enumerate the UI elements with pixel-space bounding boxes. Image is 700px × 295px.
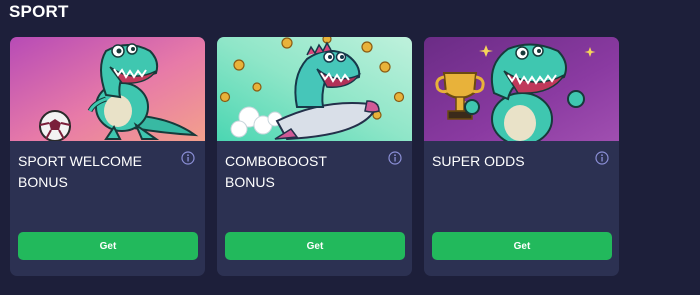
dinosaur-trophy-illustration (424, 37, 619, 141)
card-title-line-2: BONUS (225, 174, 275, 190)
info-icon[interactable] (181, 151, 195, 165)
dinosaur-football-illustration (10, 37, 205, 141)
get-button[interactable]: Get (225, 232, 405, 260)
info-icon[interactable] (388, 151, 402, 165)
card-title: SPORT WELCOME BONUS (18, 151, 178, 193)
card-title-line-2: BONUS (18, 174, 68, 190)
sport-section: SPORT SPORT WELCOME BONUS Get COMBOBOOST… (0, 0, 700, 295)
get-button[interactable]: Get (18, 232, 198, 260)
dinosaur-rocket-illustration (217, 37, 412, 141)
card-title-line-1: SPORT WELCOME (18, 153, 142, 169)
info-icon[interactable] (595, 151, 609, 165)
bonus-card-sport-welcome: SPORT WELCOME BONUS Get (10, 37, 205, 276)
section-title: SPORT (9, 2, 69, 21)
card-title-line-1: COMBOBOOST (225, 153, 327, 169)
bonus-card-comboboost: COMBOBOOST BONUS Get (217, 37, 412, 276)
card-title-line-1: SUPER ODDS (432, 153, 525, 169)
bonus-card-super-odds: SUPER ODDS Get (424, 37, 619, 276)
card-title: COMBOBOOST BONUS (225, 151, 385, 193)
card-title: SUPER ODDS (432, 151, 592, 172)
get-button[interactable]: Get (432, 232, 612, 260)
